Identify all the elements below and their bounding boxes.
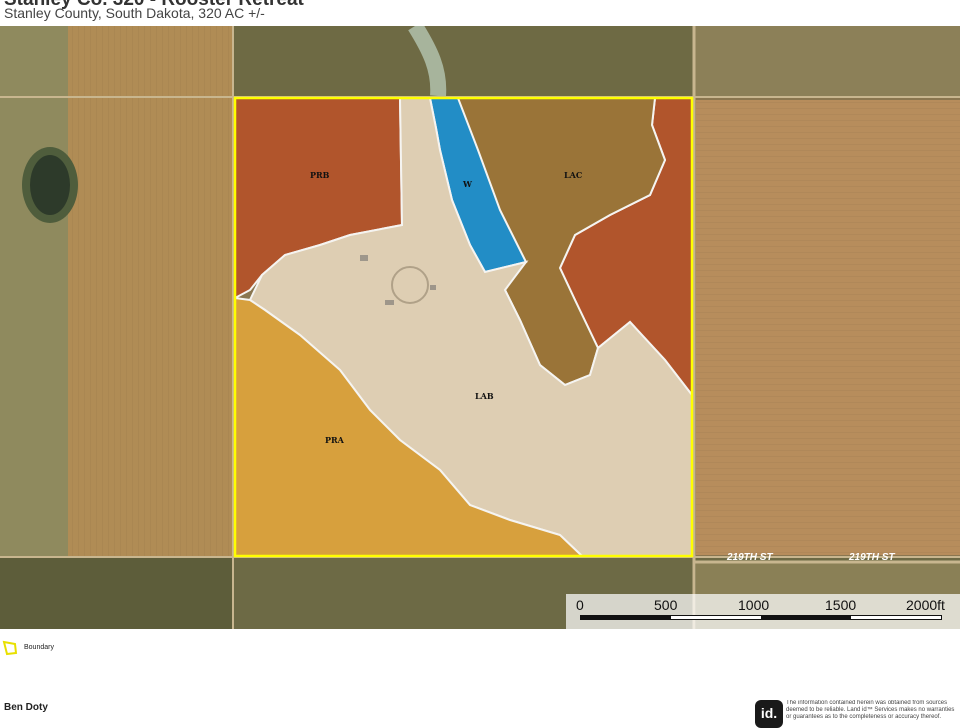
map-legend: Boundary: [0, 636, 200, 660]
soil-layer: [234, 97, 693, 557]
road-label-219th-st-west: 219TH ST: [726, 552, 773, 563]
agent-name: Ben Doty: [4, 702, 48, 713]
scale-bar: 0 500 1000 1500 2000ft: [566, 594, 960, 629]
page-subtitle: Stanley County, South Dakota, 320 AC +/-: [4, 5, 265, 21]
scale-tick-1500: 1500: [825, 597, 857, 613]
field-west-strip: [0, 26, 68, 556]
scale-tick-2000ft: 2000ft: [906, 597, 945, 613]
map-header: Stanley Co. 320 - Rooster Retreat Stanle…: [0, 0, 960, 26]
field-north: [234, 26, 694, 96]
soil-label-pra: PRA: [325, 435, 345, 445]
scale-tick-500: 500: [654, 597, 678, 613]
disclaimer-text: The information contained herein was obt…: [786, 700, 955, 720]
scale-line: [580, 615, 942, 620]
boundary-icon: [2, 640, 18, 656]
road-label-219th-st-east: 219TH ST: [848, 552, 895, 563]
legend-label-boundary: Boundary: [24, 644, 54, 651]
soil-label-prb: PRB: [310, 170, 330, 180]
land-id-logo: id.: [755, 700, 783, 728]
scale-tick-0: 0: [576, 597, 584, 613]
field-northeast: [694, 26, 960, 98]
soil-label-w: W: [462, 179, 473, 189]
soil-label-lac: LAC: [564, 170, 582, 180]
map-view[interactable]: PRB W LAC LAB PRA 219TH ST 219TH ST 0 50…: [0, 26, 960, 629]
soil-label-lab: LAB: [475, 391, 494, 401]
scale-tick-1000: 1000: [738, 597, 770, 613]
map-canvas[interactable]: PRB W LAC LAB PRA 219TH ST 219TH ST: [0, 26, 960, 629]
